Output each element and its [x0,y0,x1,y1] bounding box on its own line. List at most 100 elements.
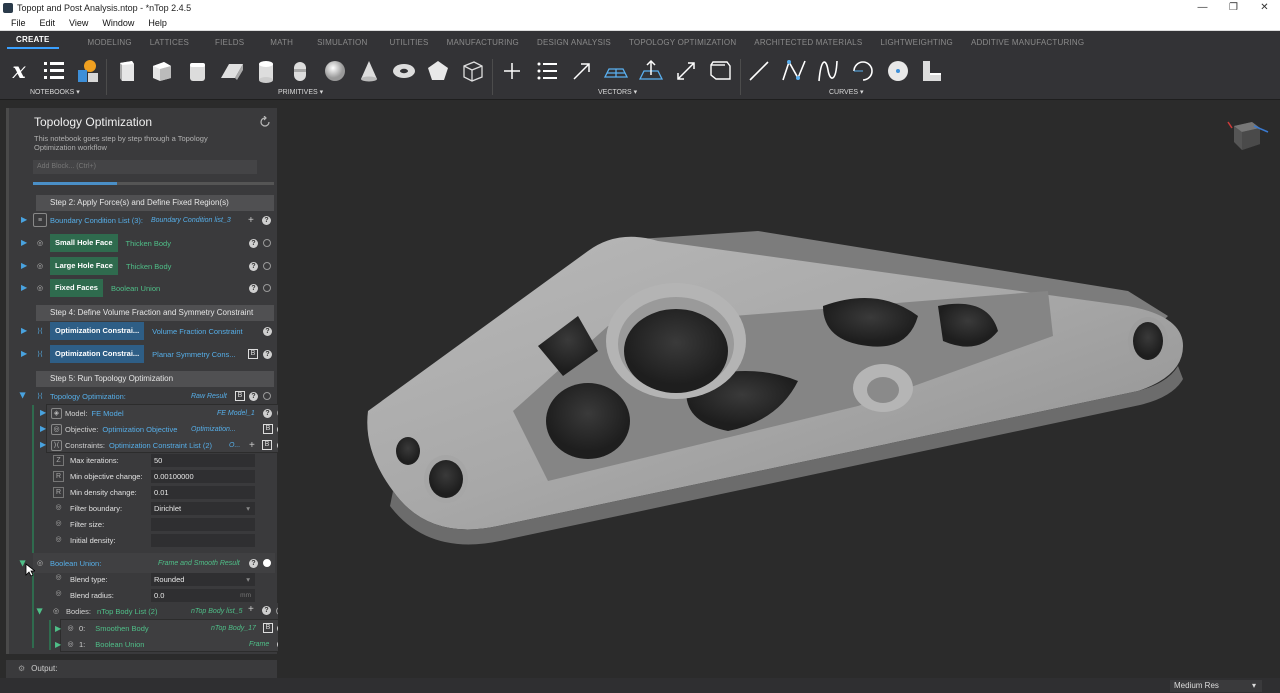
distance-icon[interactable] [673,58,699,84]
box-icon[interactable] [149,58,175,84]
expand-arrow-icon[interactable]: ▶ [21,349,27,358]
fixed-faces-row[interactable]: ◎ Fixed Faces Boolean Union ? [33,278,275,298]
constraints-name[interactable]: Optimization Constraint List (2) [109,441,212,450]
expand-arrow-icon[interactable]: ▶ [40,408,46,417]
min-density-change-field[interactable]: 0.01 [151,486,255,499]
menu-view[interactable]: View [62,18,95,28]
expand-arrow-icon[interactable]: ▶ [21,238,27,247]
large-hole-face-name[interactable]: Large Hole Face [50,257,118,275]
tab-simulation[interactable]: SIMULATION [308,38,376,47]
help-icon[interactable]: ? [249,283,258,293]
arc-icon[interactable] [850,58,876,84]
help-icon[interactable]: ? [263,326,272,336]
resolution-select[interactable]: Medium Res ▾ [1170,680,1262,692]
point-list-icon[interactable] [534,58,560,84]
expand-arrow-icon[interactable]: ▶ [21,261,27,270]
expand-arrow-icon[interactable]: ▶ [21,283,27,292]
fixed-faces-name[interactable]: Fixed Faces [50,279,103,297]
add-icon[interactable]: + [248,604,254,615]
min-objective-change-field[interactable]: 0.00100000 [151,470,255,483]
tab-fields[interactable]: FIELDS [206,38,253,47]
filter-size-field[interactable] [151,518,255,531]
filter-boundary-select[interactable]: Dirichlet ▾ [151,502,255,515]
visibility-toggle[interactable] [263,559,271,567]
tab-utilities[interactable]: UTILITIES [380,38,437,47]
body-0-row[interactable]: ◎ 0: Smoothen Body nTop Body_17 B ? [65,620,301,636]
visibility-toggle[interactable] [263,392,271,400]
primitives-group-label[interactable]: PRIMITIVES ▾ [278,88,323,96]
large-hole-face-row[interactable]: ◎ Large Hole Face Thicken Body ? [33,256,275,276]
step-4-header[interactable]: Step 4: Define Volume Fraction and Symme… [36,305,274,321]
add-icon[interactable]: + [249,440,255,451]
line-icon[interactable] [746,58,772,84]
tab-manufacturing[interactable]: MANUFACTURING [438,38,528,47]
opt-constraint-2-row[interactable]: ⟩⟨ Optimization Constrai... Planar Symme… [33,344,275,364]
boolean-union-name[interactable]: Boolean Union: [50,559,101,568]
small-hole-face-row[interactable]: ◎ Small Hole Face Thicken Body ? [33,233,275,253]
tab-lattices[interactable]: LATTICES [141,38,198,47]
3d-viewport[interactable] [278,101,1280,678]
objective-name[interactable]: Optimization Objective [102,425,177,434]
spline-icon[interactable] [815,58,841,84]
bracket-model[interactable] [278,101,1280,678]
model-row[interactable]: ◈ Model: FE Model FE Model_1 ? [51,405,286,421]
expand-arrow-icon[interactable]: ▶ [55,640,61,649]
cone-icon[interactable] [356,58,382,84]
bounding-box-icon[interactable] [707,58,733,84]
constraints-row[interactable]: ⟩⟨ Constraints: Optimization Constraint … [51,437,286,453]
variable-icon[interactable]: x [6,58,32,84]
vectors-group-label[interactable]: VECTORS ▾ [598,88,637,96]
blend-type-select[interactable]: Rounded ▾ [151,573,255,586]
rounded-box-icon[interactable] [184,58,210,84]
pentagon-prism-icon[interactable] [425,58,451,84]
help-icon[interactable]: ? [249,558,258,568]
bodies-row[interactable]: ◎ Bodies: nTop Body List (2) nTop Body l… [49,601,275,621]
bc-list-name[interactable]: Boundary Condition List (3): [50,216,143,225]
tab-topology-optimization[interactable]: TOPOLOGY OPTIMIZATION [620,38,745,47]
small-hole-face-name[interactable]: Small Hole Face [50,234,118,252]
expand-arrow-icon[interactable]: ▶ [21,326,27,335]
step-5-header[interactable]: Step 5: Run Topology Optimization [36,371,274,387]
max-iterations-field[interactable]: 50 [151,454,255,467]
minimize-button[interactable]: — [1187,0,1218,15]
bounds-icon[interactable]: B [235,391,245,401]
notebooks-group-label[interactable]: NOTEBOOKS ▾ [30,88,80,96]
wedge-icon[interactable] [219,58,245,84]
collapse-arrow-icon[interactable]: ▶ [19,392,28,398]
topology-optimization-name[interactable]: Topology Optimization: [50,392,126,401]
model-name[interactable]: FE Model [92,409,124,418]
tab-design-analysis[interactable]: DESIGN ANALYSIS [528,38,620,47]
opt-constraint-1-name[interactable]: Optimization Constrai... [50,322,145,340]
output-bar[interactable]: ⚙ Output: [6,660,277,678]
tab-additive-manufacturing[interactable]: ADDITIVE MANUFACTURING [962,38,1093,47]
step-2-header[interactable]: Step 2: Apply Force(s) and Define Fixed … [36,195,274,211]
body-0-name[interactable]: Smoothen Body [95,624,148,633]
notebook-scroll-progress[interactable] [33,182,274,185]
add-block-input[interactable]: Add Block... (Ctrl+) [33,160,257,174]
curves-group-label[interactable]: CURVES ▾ [829,88,864,96]
collapse-arrow-icon[interactable]: ▶ [36,608,45,614]
help-icon[interactable]: ? [249,261,258,271]
help-icon[interactable]: ? [263,408,272,418]
tab-lightweighting[interactable]: LIGHTWEIGHTING [871,38,962,47]
vector-icon[interactable] [569,58,595,84]
tab-create[interactable]: CREATE [7,35,59,49]
sphere-icon[interactable] [322,58,348,84]
refresh-icon[interactable] [259,116,271,128]
help-icon[interactable]: ? [262,606,271,615]
expand-arrow-icon[interactable]: ▶ [40,440,46,449]
visibility-toggle[interactable] [263,239,271,247]
boolean-union-row[interactable]: ◎ Boolean Union: Frame and Smooth Result… [33,553,275,573]
view-cube[interactable] [1224,118,1270,154]
tab-architected-materials[interactable]: ARCHITECTED MATERIALS [745,38,871,47]
close-button[interactable]: ✕ [1249,0,1280,15]
point-icon[interactable] [499,58,525,84]
help-icon[interactable]: ? [263,349,272,359]
opt-constraint-1-row[interactable]: ⟩⟨ Optimization Constrai... Volume Fract… [33,321,275,341]
help-icon[interactable]: ? [249,238,258,248]
restore-button[interactable]: ❐ [1218,0,1249,15]
torus-icon[interactable] [391,58,417,84]
body-1-row[interactable]: ◎ 1: Boolean Union Frame ? [65,636,301,652]
menu-edit[interactable]: Edit [33,18,63,28]
expand-arrow-icon[interactable]: ▶ [21,215,27,224]
